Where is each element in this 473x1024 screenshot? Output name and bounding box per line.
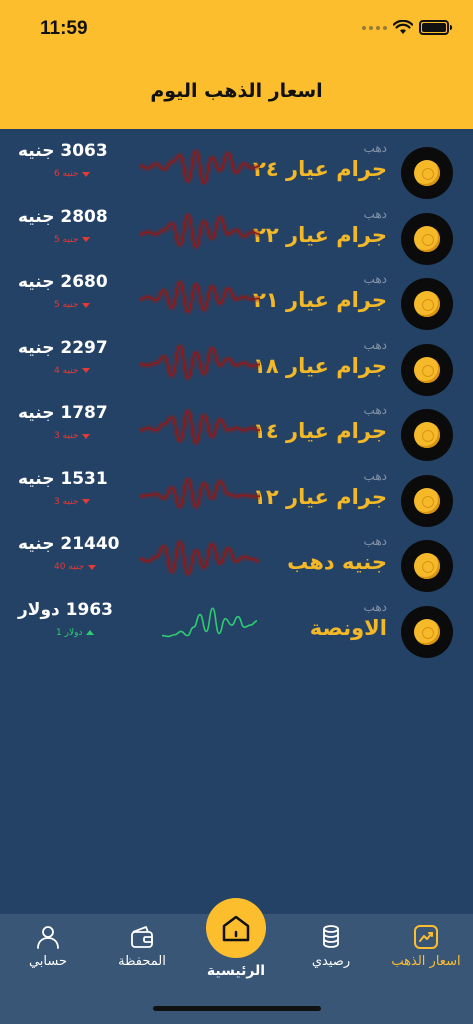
price-change-value: 3 جنيه bbox=[54, 496, 79, 507]
price-sparkline bbox=[140, 408, 260, 446]
arrow-down-icon bbox=[82, 171, 91, 177]
item-price: 2297 جنيه bbox=[18, 337, 108, 358]
item-category: دهب bbox=[363, 206, 387, 221]
list-item[interactable]: دهب جرام عيار ١٤ 1787 جنيه 3 جنيه bbox=[0, 403, 473, 471]
status-time: 11:59 bbox=[40, 18, 88, 39]
item-name: جرام عيار ٢٤ bbox=[253, 157, 387, 181]
price-change: 6 جنيه bbox=[54, 169, 91, 179]
price-change-value: 4 جنيه bbox=[54, 365, 79, 376]
coin-icon bbox=[401, 540, 453, 592]
price-sparkline bbox=[140, 539, 260, 577]
arrow-down-icon bbox=[82, 237, 91, 242]
app-header: 11:59 اسعار الذهب اليوم bbox=[0, 0, 473, 129]
item-name: جرام عيار ١٤ bbox=[253, 419, 387, 443]
item-category: دهب bbox=[363, 141, 387, 155]
tab-home-label: الرئيسية bbox=[206, 963, 266, 979]
price-sparkline bbox=[140, 279, 260, 315]
item-category: دهب bbox=[363, 403, 387, 417]
tab-account[interactable]: حسابي bbox=[3, 924, 93, 969]
coin-icon bbox=[401, 212, 453, 265]
home-icon bbox=[222, 915, 250, 942]
battery-icon bbox=[419, 20, 452, 35]
price-change: 5 جنيه bbox=[54, 300, 91, 310]
item-name: جرام عيار ٢١ bbox=[253, 288, 387, 312]
page-title: اسعار الذهب اليوم bbox=[150, 80, 323, 102]
arrow-down-icon bbox=[88, 564, 97, 570]
price-change-value: 6 جنيه bbox=[54, 169, 79, 179]
item-name: جرام عيار ١٢ bbox=[253, 484, 387, 509]
list-item[interactable]: دهب جرام عيار ١٨ 2297 جنيه 4 جنيه bbox=[0, 337, 473, 406]
item-name: جنيه دهب bbox=[287, 550, 387, 574]
item-price: 2680 جنيه bbox=[18, 272, 108, 292]
user-icon bbox=[37, 926, 59, 949]
item-name: الاونصة bbox=[309, 615, 387, 640]
price-change-value: 40 جنيه bbox=[54, 562, 85, 572]
arrow-down-icon bbox=[82, 499, 91, 504]
price-sparkline bbox=[161, 606, 258, 637]
item-price: 1531 جنيه bbox=[18, 468, 108, 489]
item-category: دهب bbox=[363, 468, 387, 483]
item-category: دهب bbox=[363, 599, 387, 614]
coin-icon bbox=[401, 409, 453, 461]
item-price: 3063 جنيه bbox=[18, 141, 108, 161]
price-sparkline bbox=[140, 211, 260, 250]
price-change-value: 5 جنيه bbox=[54, 234, 79, 245]
coin-icon bbox=[401, 605, 453, 658]
arrow-up-icon bbox=[86, 630, 95, 635]
tab-label: رصيدي bbox=[311, 954, 351, 969]
item-price: 1963 دولار bbox=[18, 599, 113, 620]
price-change: 1 دولار bbox=[56, 627, 95, 638]
coin-icon bbox=[401, 278, 453, 330]
home-indicator bbox=[153, 1006, 321, 1011]
item-name: جرام عيار ١٨ bbox=[253, 353, 387, 378]
list-item[interactable]: دهب جنيه دهب 21440 جنيه 40 جنيه bbox=[0, 534, 473, 602]
coin-icon bbox=[401, 147, 453, 199]
arrow-down-icon bbox=[82, 368, 91, 373]
item-price: 1787 جنيه bbox=[18, 403, 108, 423]
list-item[interactable]: دهب الاونصة 1963 دولار 1 دولار bbox=[0, 599, 473, 668]
price-change-value: 5 جنيه bbox=[54, 300, 79, 310]
coin-icon bbox=[401, 474, 453, 527]
signal-icon bbox=[362, 25, 387, 30]
coin-icon bbox=[401, 343, 453, 396]
tab-balance[interactable]: رصيدي bbox=[286, 924, 376, 969]
list-item[interactable]: دهب جرام عيار ٢١ 2680 جنيه 5 جنيه bbox=[0, 272, 473, 340]
tab-label: المحفظة bbox=[118, 954, 166, 969]
price-change-value: 1 دولار bbox=[56, 627, 83, 638]
home-button[interactable] bbox=[206, 898, 266, 958]
price-change-value: 3 جنيه bbox=[54, 431, 79, 441]
tab-label: حسابي bbox=[28, 954, 68, 969]
tab-gold-prices[interactable]: اسعار الذهب bbox=[381, 924, 471, 969]
price-change: 3 جنيه bbox=[54, 431, 91, 441]
list-item[interactable]: دهب جرام عيار ٢٤ 3063 جنيه 6 جنيه bbox=[0, 141, 473, 209]
tab-label: اسعار الذهب bbox=[391, 954, 461, 969]
item-category: دهب bbox=[363, 272, 387, 286]
chart-icon bbox=[414, 925, 438, 949]
coins-stack-icon bbox=[323, 925, 339, 948]
price-change: 40 جنيه bbox=[54, 562, 97, 572]
item-price: 2808 جنيه bbox=[18, 206, 108, 227]
item-category: دهب bbox=[363, 534, 387, 548]
wallet-icon bbox=[131, 926, 153, 948]
wifi-icon bbox=[393, 20, 413, 34]
status-icons bbox=[362, 20, 452, 35]
arrow-down-icon bbox=[82, 433, 91, 439]
item-name: جرام عيار ٢٢ bbox=[253, 222, 387, 247]
item-category: دهب bbox=[363, 337, 387, 352]
price-change: 5 جنيه bbox=[54, 234, 91, 245]
price-sparkline bbox=[140, 342, 260, 381]
list-item[interactable]: دهب جرام عيار ١٢ 1531 جنيه 3 جنيه bbox=[0, 468, 473, 537]
list-item[interactable]: دهب جرام عيار ٢٢ 2808 جنيه 5 جنيه bbox=[0, 206, 473, 275]
price-change: 4 جنيه bbox=[54, 365, 91, 376]
tab-wallet[interactable]: المحفظة bbox=[97, 924, 187, 969]
price-sparkline bbox=[140, 475, 260, 510]
arrow-down-icon bbox=[82, 302, 91, 308]
item-price: 21440 جنيه bbox=[18, 534, 120, 554]
price-sparkline bbox=[140, 148, 260, 185]
price-change: 3 جنيه bbox=[54, 496, 91, 507]
